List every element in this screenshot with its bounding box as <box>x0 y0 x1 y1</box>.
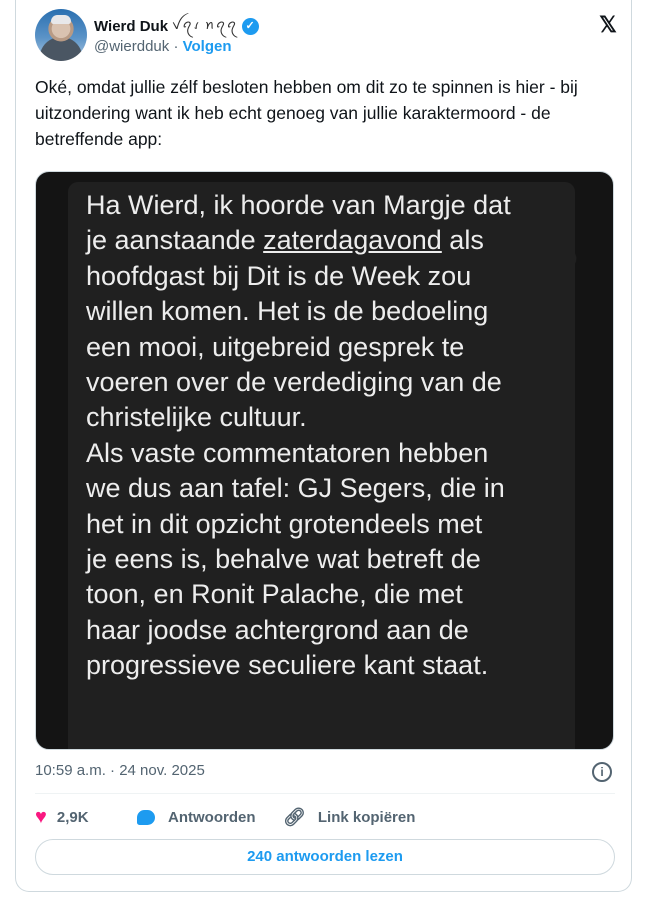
copy-link-label: Link kopiëren <box>317 808 416 826</box>
chat-message-text: Ha Wierd, ik hoorde van Margje dat je aa… <box>86 188 581 684</box>
reply-button[interactable]: Antwoorden <box>137 809 283 826</box>
author-name[interactable]: Wierd Duk <box>94 18 168 35</box>
tweet-timestamp[interactable]: 10:59 a.m. · 24 nov. 2025 <box>35 762 205 779</box>
tweet-media-image[interactable]: Ha Wierd, ik hoorde van Margje dat je aa… <box>35 171 614 750</box>
message-part-2: als hoofdgast bij Dit is de Week zou wil… <box>86 225 505 681</box>
author-handle-row: @wierdduk · Volgen <box>94 38 232 55</box>
author-name-decoration: ꪜꪖꪹ ꪀꪖꪖ <box>172 17 238 32</box>
message-underlined-date: zaterdagavond <box>263 225 442 256</box>
tweet-text: Oké, omdat jullie zélf besloten hebben o… <box>35 77 578 149</box>
link-icon: 🔗︎ <box>283 806 306 827</box>
x-logo-icon[interactable]: 𝕏 <box>597 14 619 36</box>
copy-link-button[interactable]: 🔗︎ Link kopiëren <box>283 807 415 828</box>
reply-bubble-icon <box>137 809 155 825</box>
like-button[interactable]: ♥ 2,9K <box>35 807 137 827</box>
author-handle[interactable]: @wierdduk <box>94 38 169 55</box>
like-count: 2,9K <box>56 808 89 826</box>
divider <box>35 793 615 794</box>
verified-badge-icon: ✓ <box>241 18 259 35</box>
action-bar: ♥ 2,9K Antwoorden 🔗︎ Link kopiëren <box>35 806 415 828</box>
avatar[interactable] <box>35 9 87 61</box>
separator: · <box>173 38 179 55</box>
heart-icon: ♥ <box>35 806 47 828</box>
author-name-row: Wierd Duk ꪜꪖꪹ ꪀꪖꪖ ✓ <box>94 13 259 40</box>
info-icon[interactable]: i <box>592 762 612 782</box>
follow-button[interactable]: Volgen <box>183 38 232 55</box>
reply-label: Antwoorden <box>168 808 256 826</box>
read-replies-button[interactable]: 240 antwoorden lezen <box>35 839 615 875</box>
